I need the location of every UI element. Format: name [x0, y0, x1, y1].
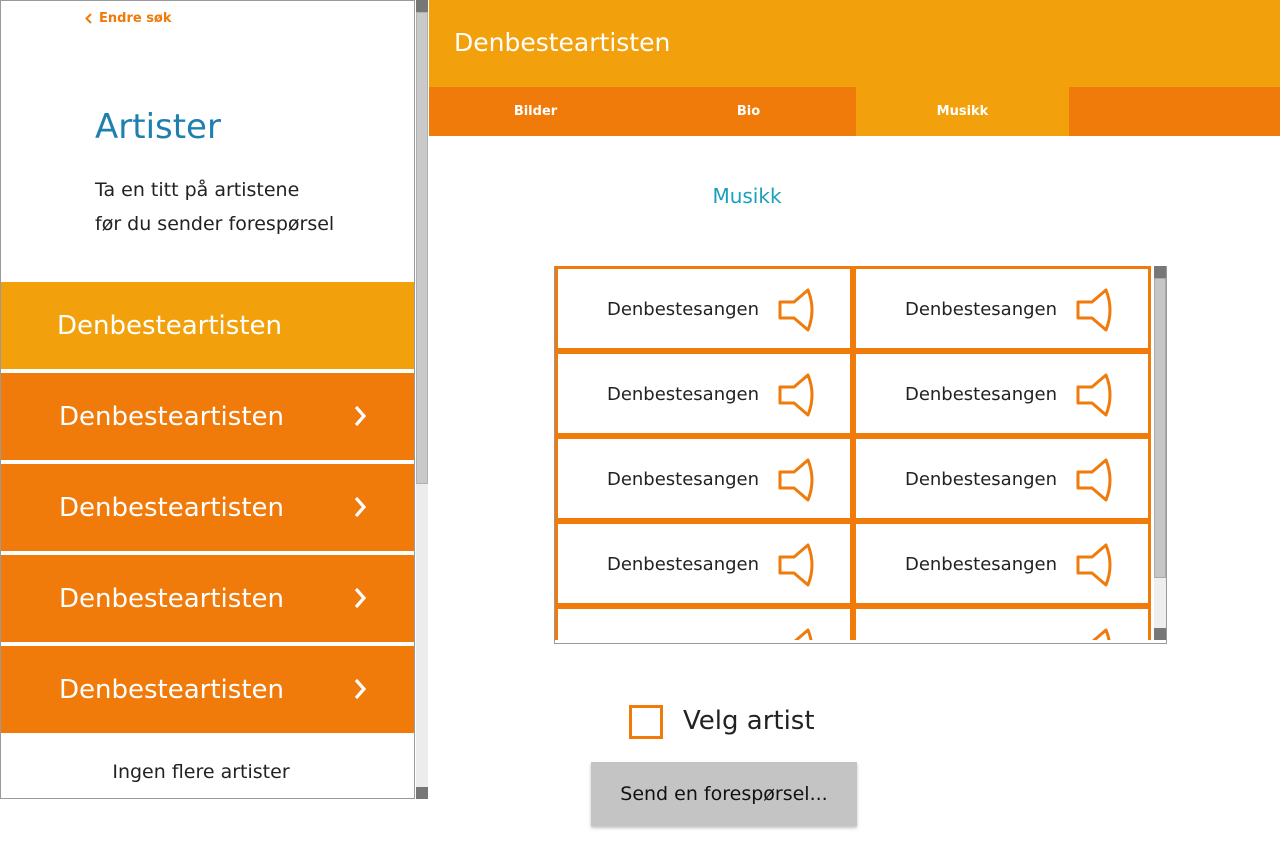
artist-header-title: Denbesteartisten	[454, 28, 671, 57]
song-cell[interactable]: Denbestesangen	[555, 351, 853, 436]
song-title: Denbestesangen	[606, 384, 760, 405]
back-link-label: Endre søk	[99, 11, 172, 26]
song-cell[interactable]: Denbestesangen	[853, 436, 1151, 521]
artist-item[interactable]: Denbesteartisten	[1, 464, 414, 551]
speaker-icon[interactable]	[1074, 372, 1116, 418]
chevron-right-icon	[354, 587, 367, 609]
tab-musikk[interactable]: Musikk	[856, 87, 1069, 136]
speaker-icon[interactable]	[776, 457, 818, 503]
artist-item-label: Denbesteartisten	[59, 401, 284, 432]
speaker-icon[interactable]	[776, 542, 818, 588]
panel-title: Artister	[95, 107, 221, 147]
chevron-right-icon	[354, 405, 367, 427]
speaker-icon[interactable]	[776, 627, 818, 640]
back-link[interactable]: Endre søk	[85, 11, 172, 26]
chevron-left-icon	[85, 13, 92, 24]
song-cell[interactable]: Denbestesangen	[555, 521, 853, 606]
chevron-right-icon	[354, 678, 367, 700]
section-heading: Musikk	[712, 184, 782, 208]
song-cell[interactable]: Denbestesangen	[555, 266, 853, 351]
speaker-icon[interactable]	[1074, 627, 1116, 640]
song-title: Denbestesangen	[904, 299, 1058, 320]
song-cell[interactable]: Denbestesangen	[853, 266, 1151, 351]
description-line-2: før du sender forespørsel	[95, 213, 335, 235]
speaker-icon[interactable]	[776, 372, 818, 418]
song-grid-scrollbar-up-button[interactable]	[1154, 266, 1166, 278]
artist-item[interactable]: Denbesteartisten	[1, 646, 414, 733]
no-more-artists-text: Ingen flere artister	[112, 761, 290, 783]
speaker-icon[interactable]	[776, 287, 818, 333]
song-title: Denbestesangen	[606, 299, 760, 320]
send-request-button[interactable]: Send en forespørsel...	[591, 762, 857, 826]
song-grid: Denbestesangen Denbestesangen Denbestesa…	[554, 266, 1167, 644]
artist-item[interactable]: Denbesteartisten	[1, 555, 414, 642]
speaker-icon[interactable]	[1074, 457, 1116, 503]
artist-list-panel: Endre søk Artister Ta en titt på artiste…	[0, 0, 415, 799]
left-scrollbar-up-button[interactable]	[416, 0, 428, 12]
artist-item-label: Denbesteartisten	[57, 310, 282, 341]
song-grid-scrollbar-thumb[interactable]	[1154, 278, 1166, 578]
artist-item[interactable]: Denbesteartisten	[1, 373, 414, 460]
artist-item-label: Denbesteartisten	[59, 583, 284, 614]
tab-bilder[interactable]: Bilder	[429, 87, 642, 136]
left-scrollbar-down-button[interactable]	[416, 787, 428, 799]
song-cell[interactable]: Denbestesangen	[853, 351, 1151, 436]
song-title: Denbestesangen	[904, 469, 1058, 490]
artist-item-selected[interactable]: Denbesteartisten	[1, 282, 414, 369]
song-cell[interactable]	[555, 606, 853, 640]
speaker-icon[interactable]	[1074, 287, 1116, 333]
artist-item-label: Denbesteartisten	[59, 674, 284, 705]
tab-bio[interactable]: Bio	[642, 87, 855, 136]
select-artist-label[interactable]: Velg artist	[683, 706, 815, 736]
song-title: Denbestesangen	[904, 554, 1058, 575]
chevron-right-icon	[354, 496, 367, 518]
song-cell[interactable]	[853, 606, 1151, 640]
left-scrollbar-thumb[interactable]	[416, 12, 428, 484]
panel-description: Ta en titt på artistene før du sender fo…	[95, 173, 334, 241]
song-title: Denbestesangen	[606, 554, 760, 575]
speaker-icon[interactable]	[1074, 542, 1116, 588]
song-grid-scroll-area: Denbestesangen Denbestesangen Denbestesa…	[555, 266, 1153, 640]
select-artist-checkbox[interactable]	[629, 705, 663, 739]
song-grid-scrollbar-down-button[interactable]	[1154, 628, 1166, 640]
song-cell[interactable]: Denbestesangen	[555, 436, 853, 521]
song-title: Denbestesangen	[904, 384, 1058, 405]
song-title: Denbestesangen	[606, 469, 760, 490]
song-cell[interactable]: Denbestesangen	[853, 521, 1151, 606]
description-line-1: Ta en titt på artistene	[95, 179, 300, 201]
artist-item-label: Denbesteartisten	[59, 492, 284, 523]
